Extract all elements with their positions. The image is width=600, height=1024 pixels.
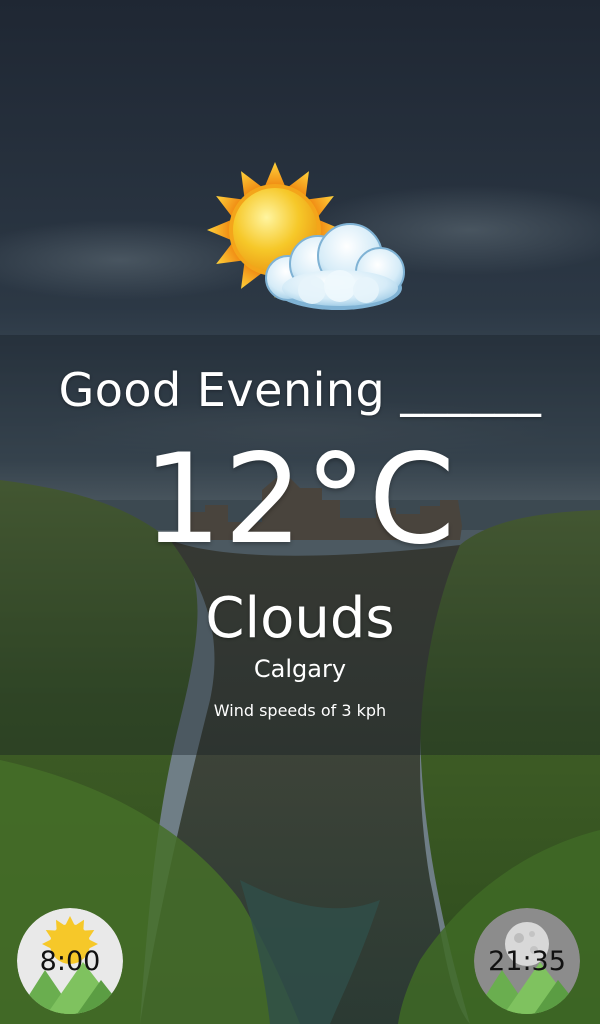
greeting-text: Good Evening ______ bbox=[58, 363, 542, 417]
sun-behind-cloud-icon bbox=[200, 160, 410, 320]
sunset-time: 21:35 bbox=[488, 946, 566, 977]
sunrise-badge: 8:00 bbox=[17, 908, 123, 1014]
wind-speed: Wind speeds of 3 kph bbox=[213, 701, 387, 720]
city-name: Calgary bbox=[253, 655, 347, 683]
sunrise-time: 8:00 bbox=[39, 946, 101, 977]
sunset-badge: 21:35 bbox=[474, 908, 580, 1014]
temperature-value: 12°C bbox=[142, 428, 458, 572]
weather-condition: Clouds bbox=[205, 586, 395, 651]
